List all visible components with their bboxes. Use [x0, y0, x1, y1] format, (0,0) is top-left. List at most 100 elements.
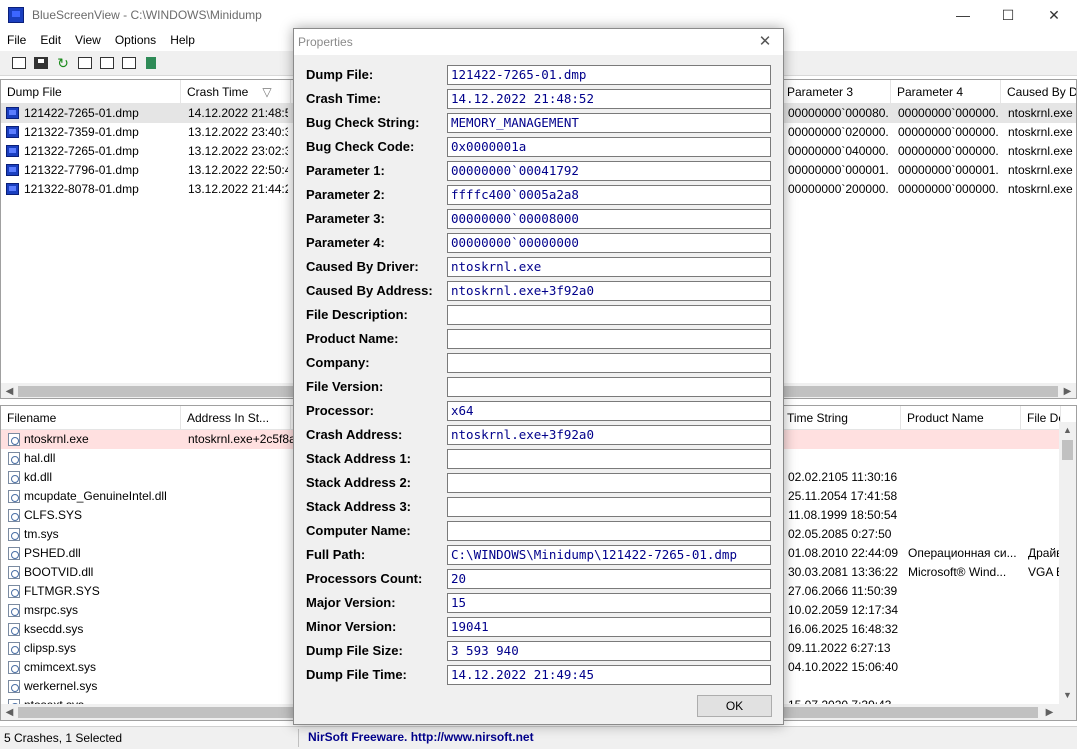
module-file-icon [8, 604, 20, 617]
prop-value-field[interactable] [447, 473, 771, 493]
dialog-close-icon[interactable]: ✕ [753, 29, 777, 55]
prop-value-field[interactable]: 19041 [447, 617, 771, 637]
prop-value-field[interactable]: 3 593 940 [447, 641, 771, 661]
module-file-description [1028, 658, 1059, 677]
status-bar: 5 Crashes, 1 Selected NirSoft Freeware. … [0, 726, 1077, 748]
scroll-right-icon[interactable]: ▶ [1059, 383, 1076, 398]
col-filename[interactable]: Filename [1, 406, 181, 430]
module-address [188, 525, 293, 544]
menu-view[interactable]: View [68, 30, 108, 50]
module-time-string [788, 430, 898, 449]
menu-help[interactable]: Help [163, 30, 202, 50]
module-address [188, 658, 293, 677]
prop-value-field[interactable]: 121422-7265-01.dmp [447, 65, 771, 85]
nirsoft-link[interactable]: NirSoft Freeware. http://www.nirsoft.net [308, 727, 534, 747]
minimize-button[interactable]: — [940, 0, 986, 30]
ok-button[interactable]: OK [697, 695, 772, 717]
module-address [188, 449, 293, 468]
col-file-description[interactable]: File De [1021, 406, 1061, 430]
bluescreenview-window: BlueScreenView - C:\WINDOWS\Minidump — ☐… [0, 0, 1077, 748]
prop-value-field[interactable]: x64 [447, 401, 771, 421]
module-time-string: 11.08.1999 18:50:54 [788, 508, 898, 522]
module-file-description [1028, 506, 1059, 525]
parameter-4: 00000000`000000... [898, 106, 998, 120]
module-time-string: 02.02.2105 11:30:16 [788, 470, 898, 484]
prop-value-field[interactable]: 00000000`00000000 [447, 233, 771, 253]
col-product-name[interactable]: Product Name [901, 406, 1021, 430]
module-address [188, 620, 293, 639]
close-button[interactable]: ✕ [1031, 0, 1077, 30]
prop-value-field[interactable]: ntoskrnl.exe [447, 257, 771, 277]
col-dump-file[interactable]: Dump File [1, 80, 181, 104]
module-address [188, 677, 293, 696]
options-icon[interactable] [98, 54, 116, 72]
prop-value-field[interactable]: 14.12.2022 21:48:52 [447, 89, 771, 109]
module-file-icon [8, 585, 20, 598]
module-list-vscroll[interactable]: ▲ ▼ [1059, 422, 1076, 704]
prop-value-field[interactable] [447, 329, 771, 349]
scroll-up-icon[interactable]: ▲ [1059, 422, 1076, 439]
col-parameter-3[interactable]: Parameter 3 [781, 80, 891, 104]
module-time-string [788, 449, 898, 468]
col-address-in-stack[interactable]: Address In St... [181, 406, 291, 430]
module-filename: CLFS.SYS [24, 508, 83, 522]
scroll-right-icon[interactable]: ▶ [1041, 704, 1058, 720]
refresh-icon[interactable]: ↻ [54, 54, 72, 72]
find-icon[interactable] [120, 54, 138, 72]
prop-value-field[interactable] [447, 497, 771, 517]
prop-value-field[interactable]: MEMORY_MANAGEMENT [447, 113, 771, 133]
prop-label: Crash Time: [306, 91, 381, 106]
menu-file[interactable]: File [0, 30, 33, 50]
dump-file-name: 121322-7359-01.dmp [24, 125, 139, 139]
save-icon[interactable] [32, 54, 50, 72]
prop-value-field[interactable]: 0x0000001a [447, 137, 771, 157]
properties-icon[interactable] [10, 54, 28, 72]
exit-icon[interactable] [142, 54, 160, 72]
prop-label: Caused By Driver: [306, 259, 419, 274]
prop-label: Bug Check String: [306, 115, 420, 130]
module-product-name [908, 506, 1018, 525]
prop-value-field[interactable] [447, 377, 771, 397]
module-file-icon [8, 566, 20, 579]
prop-value-field[interactable]: 20 [447, 569, 771, 589]
prop-value-field[interactable] [447, 353, 771, 373]
menu-edit[interactable]: Edit [33, 30, 68, 50]
maximize-button[interactable]: ☐ [985, 0, 1031, 30]
module-product-name [908, 582, 1018, 601]
prop-label: Stack Address 3: [306, 499, 412, 514]
prop-value-field[interactable] [447, 449, 771, 469]
caused-by-driver: ntoskrnl.exe [1008, 163, 1073, 177]
parameter-4: 00000000`000000... [898, 182, 998, 196]
col-crash-time[interactable]: Crash Time ▽ [181, 80, 291, 104]
caused-by-driver: ntoskrnl.exe [1008, 182, 1073, 196]
module-list-vscroll-thumb[interactable] [1062, 440, 1073, 460]
prop-value-field[interactable]: 00000000`00008000 [447, 209, 771, 229]
parameter-3: 00000000`040000... [788, 144, 888, 158]
prop-value-field[interactable] [447, 305, 771, 325]
prop-value-field[interactable] [447, 521, 771, 541]
dump-file-name: 121322-7265-01.dmp [24, 144, 139, 158]
copy-icon[interactable] [76, 54, 94, 72]
prop-value-field[interactable]: 14.12.2022 21:49:45 [447, 665, 771, 685]
prop-value-field[interactable]: C:\WINDOWS\Minidump\121422-7265-01.dmp [447, 545, 771, 565]
scroll-left-icon[interactable]: ◀ [1, 383, 18, 398]
module-product-name: Операционная си... [908, 546, 1017, 560]
prop-value-field[interactable]: ntoskrnl.exe+3f92a0 [447, 281, 771, 301]
prop-value-field[interactable]: ntoskrnl.exe+3f92a0 [447, 425, 771, 445]
prop-value-field[interactable]: ffffc400`0005a2a8 [447, 185, 771, 205]
module-file-icon [8, 471, 20, 484]
prop-label: Processor: [306, 403, 374, 418]
properties-dialog: Properties ✕ Dump File: 121422-7265-01.dm… [293, 28, 784, 725]
module-file-description [1028, 620, 1059, 639]
prop-value-field[interactable]: 15 [447, 593, 771, 613]
module-address [188, 544, 293, 563]
module-product-name [908, 525, 1018, 544]
col-caused-by-driver[interactable]: Caused By Dr [1001, 80, 1076, 104]
parameter-3: 00000000`020000... [788, 125, 888, 139]
scroll-left-icon[interactable]: ◀ [1, 704, 18, 720]
menu-options[interactable]: Options [108, 30, 163, 50]
col-parameter-4[interactable]: Parameter 4 [891, 80, 1001, 104]
scroll-down-icon[interactable]: ▼ [1059, 687, 1076, 704]
prop-value-field[interactable]: 00000000`00041792 [447, 161, 771, 181]
col-time-string[interactable]: Time String [781, 406, 901, 430]
